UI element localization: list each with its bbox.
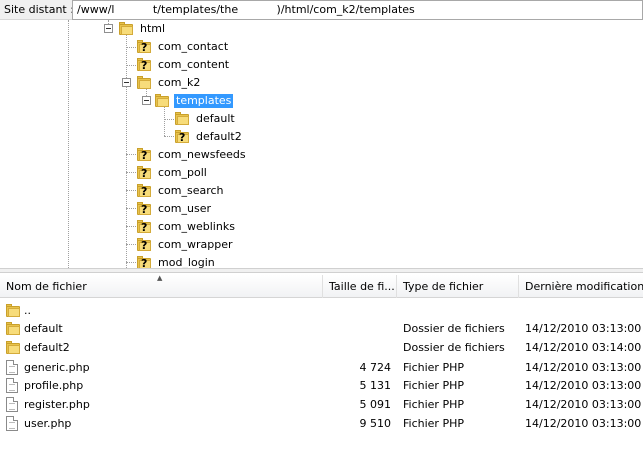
tree-node-label: com_weblinks <box>158 220 235 233</box>
folder-icon <box>5 321 21 337</box>
tree-guide-line <box>126 244 136 245</box>
tree-node-label: default <box>196 112 235 125</box>
unknown-folder-icon: ? <box>136 237 152 253</box>
tree-guide-line <box>126 154 136 155</box>
tree-guide-line <box>126 190 136 191</box>
tree-node-label: html <box>140 22 166 35</box>
file-size: 5 091 <box>359 398 392 411</box>
column-header-modified[interactable]: Dernière modification <box>519 275 643 298</box>
unknown-folder-icon: ? <box>136 201 152 217</box>
folder-icon <box>174 111 190 127</box>
unknown-folder-icon: ? <box>174 129 190 145</box>
file-size: 4 724 <box>359 361 392 374</box>
tree-node-label: default2 <box>196 130 242 143</box>
file-size: 9 510 <box>359 417 392 430</box>
file-row-default2[interactable]: default2 Dossier de fichiers 14/12/2010 … <box>0 338 643 358</box>
unknown-folder-icon: ? <box>136 39 152 55</box>
tree-node-label: com_k2 <box>158 76 201 89</box>
file-type: Fichier PHP <box>403 417 464 430</box>
file-list-header: Nom de fichier ▲ Taille de fi... Type de… <box>0 274 643 298</box>
tree-guide-line <box>126 34 127 268</box>
tree-guide-line <box>164 106 165 136</box>
tree-guide-line <box>126 65 136 66</box>
unknown-folder-icon: ? <box>136 57 152 73</box>
file-modified: 14/12/2010 03:14:00 <box>525 341 642 354</box>
tree-node-label: mod_login <box>158 256 215 268</box>
file-modified: 14/12/2010 03:13:00 <box>525 322 642 335</box>
file-type: Dossier de fichiers <box>403 322 505 335</box>
remote-file-list: Nom de fichier ▲ Taille de fi... Type de… <box>0 273 643 461</box>
file-name: default2 <box>24 341 70 354</box>
file-row-parent[interactable]: .. <box>0 301 643 321</box>
unknown-folder-icon: ? <box>136 255 152 268</box>
remote-path-input[interactable]: /www/l t/templates/the )/html/com_k2/tem… <box>72 0 643 20</box>
unknown-folder-icon: ? <box>136 183 152 199</box>
tree-guide-line <box>164 119 174 120</box>
folder-icon <box>5 303 21 319</box>
collapse-com-k2-toggle[interactable] <box>122 78 131 87</box>
php-file-icon <box>6 397 18 412</box>
file-row-profile-php[interactable]: profile.php 5 131 Fichier PHP 14/12/2010… <box>0 376 643 396</box>
tree-node-label: com_content <box>158 58 230 71</box>
sort-ascending-icon: ▲ <box>157 274 163 282</box>
file-row-user-php[interactable]: user.php 9 510 Fichier PHP 14/12/2010 03… <box>0 414 643 434</box>
tree-node-label: com_search <box>158 184 224 197</box>
remote-path-bar: Site distant : /www/l t/templates/the )/… <box>0 0 643 20</box>
file-type: Dossier de fichiers <box>403 341 505 354</box>
column-header-size[interactable]: Taille de fi... <box>323 275 397 298</box>
file-modified: 14/12/2010 03:13:00 <box>525 379 642 392</box>
php-file-icon <box>6 416 18 431</box>
file-type: Fichier PHP <box>403 398 464 411</box>
file-name: profile.php <box>24 379 84 392</box>
file-row-default[interactable]: default Dossier de fichiers 14/12/2010 0… <box>0 319 643 339</box>
folder-icon <box>5 340 21 356</box>
file-name: register.php <box>24 398 90 411</box>
tree-node-label: com_poll <box>158 166 207 179</box>
file-name: .. <box>24 304 31 317</box>
file-modified: 14/12/2010 03:13:00 <box>525 398 642 411</box>
tree-guide-line <box>164 136 174 137</box>
collapse-html-toggle[interactable] <box>104 24 113 33</box>
tree-node-label: com_wrapper <box>158 238 233 251</box>
tree-node-label: com_contact <box>158 40 229 53</box>
file-name: user.php <box>24 417 72 430</box>
tree-node-label: com_newsfeeds <box>158 148 246 161</box>
tree-guide-line <box>126 47 136 48</box>
file-modified: 14/12/2010 03:13:00 <box>525 361 642 374</box>
unknown-folder-icon: ? <box>136 165 152 181</box>
tree-guide-line <box>68 20 69 268</box>
tree-guide-line <box>126 226 136 227</box>
folder-open-icon <box>136 75 152 91</box>
tree-guide-line <box>126 172 136 173</box>
column-header-type[interactable]: Type de fichier <box>397 275 519 298</box>
folder-open-icon <box>154 93 170 109</box>
file-row-generic-php[interactable]: generic.php 4 724 Fichier PHP 14/12/2010… <box>0 358 643 378</box>
file-type: Fichier PHP <box>403 361 464 374</box>
unknown-folder-icon: ? <box>136 219 152 235</box>
file-row-register-php[interactable]: register.php 5 091 Fichier PHP 14/12/201… <box>0 395 643 415</box>
folder-open-icon <box>118 21 134 37</box>
tree-guide-line <box>126 208 136 209</box>
tree-node-label-selected: templates <box>174 94 234 108</box>
tree-guide-line <box>126 262 136 263</box>
tree-node-label: com_user <box>158 202 211 215</box>
file-size: 5 131 <box>359 379 392 392</box>
collapse-templates-toggle[interactable] <box>142 96 151 105</box>
unknown-folder-icon: ? <box>136 147 152 163</box>
file-type: Fichier PHP <box>403 379 464 392</box>
remote-site-label: Site distant : <box>4 3 74 16</box>
file-name: generic.php <box>24 361 90 374</box>
file-modified: 14/12/2010 03:13:00 <box>525 417 642 430</box>
php-file-icon <box>6 360 18 375</box>
file-name: default <box>24 322 63 335</box>
php-file-icon <box>6 378 18 393</box>
remote-directory-tree: html ? com_contact ? com_content com_k2 … <box>0 20 643 268</box>
